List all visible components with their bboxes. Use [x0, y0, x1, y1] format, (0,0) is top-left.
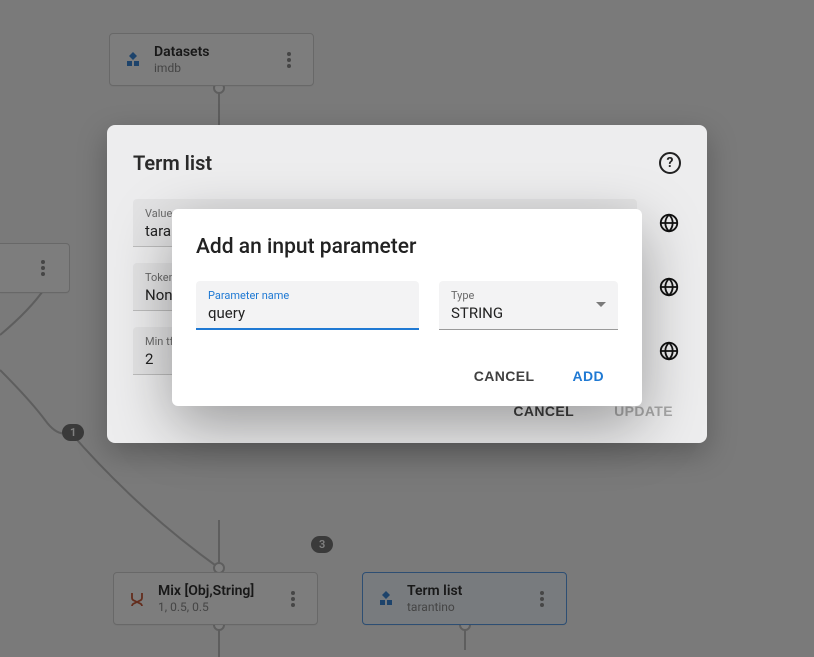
globe-icon[interactable]	[657, 339, 681, 363]
parameter-name-input[interactable]	[208, 304, 407, 322]
help-icon[interactable]: ?	[659, 152, 681, 174]
cancel-button[interactable]: CANCEL	[472, 364, 537, 388]
globe-icon[interactable]	[657, 275, 681, 299]
parameter-type-select[interactable]: Type STRING	[439, 281, 618, 330]
globe-icon[interactable]	[657, 211, 681, 235]
field-label: Parameter name	[208, 289, 407, 302]
add-button[interactable]: ADD	[570, 364, 606, 388]
add-parameter-dialog: Add an input parameter Parameter name Ty…	[172, 209, 642, 406]
field-label: Type	[451, 289, 606, 302]
dialog-title: Add an input parameter	[196, 235, 618, 259]
select-value: STRING	[451, 304, 606, 322]
parameter-name-field[interactable]: Parameter name	[196, 281, 419, 330]
dialog-title: Term list	[133, 151, 212, 175]
chevron-down-icon	[596, 302, 606, 308]
